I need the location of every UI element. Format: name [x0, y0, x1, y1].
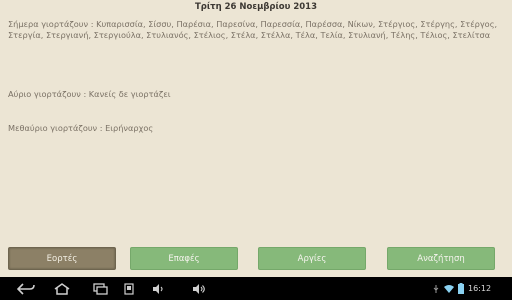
celebrations-button[interactable]: Εορτές [8, 247, 116, 270]
volume-down-icon[interactable] [150, 277, 166, 300]
tomorrow-celebrations: Αύριο γιορτάζουν : Κανείς δε γιορτάζει [8, 89, 171, 99]
today-celebrations: Σήμερα γιορτάζουν : Κυπαρισσία, Σίσσυ, Π… [8, 19, 498, 40]
back-icon[interactable] [14, 277, 38, 300]
recent-apps-icon[interactable] [88, 277, 112, 300]
battery-icon [458, 277, 464, 300]
system-navigation-bar: 16:12 [0, 277, 512, 300]
home-icon[interactable] [50, 277, 74, 300]
contacts-button[interactable]: Επαφές [130, 247, 238, 270]
clock: 16:12 [468, 284, 492, 293]
celebrations-content: Σήμερα γιορτάζουν : Κυπαρισσία, Σίσσυ, Π… [8, 19, 508, 133]
volume-up-icon[interactable] [190, 277, 208, 300]
search-button[interactable]: Αναζήτηση [387, 247, 495, 270]
holidays-button[interactable]: Αργίες [258, 247, 366, 270]
day-after-celebrations: Μεθαύριο γιορτάζουν : Ειρήναρχος [8, 123, 154, 133]
wifi-icon [444, 277, 454, 300]
date-title: Τρίτη 26 Νοεμβρίου 2013 [194, 2, 318, 12]
screenshot-icon[interactable] [120, 277, 138, 300]
usb-icon [432, 277, 440, 300]
